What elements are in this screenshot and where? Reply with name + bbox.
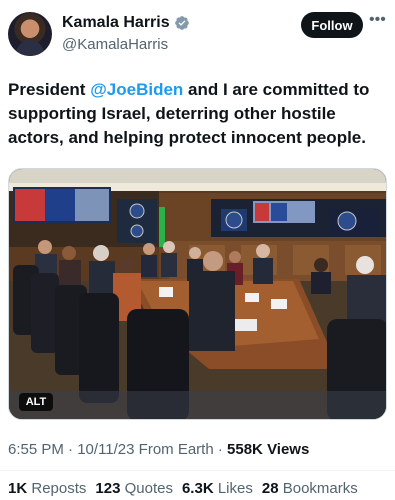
- reposts-stat[interactable]: 1K Reposts: [8, 480, 86, 497]
- tweet-text: President @JoeBiden and I are committed …: [8, 78, 388, 150]
- likes-count: 6.3K: [181, 480, 214, 497]
- author-name-row: Kamala Harris: [62, 14, 190, 32]
- verified-badge-icon: [174, 16, 189, 30]
- mention-link[interactable]: @JoeBiden: [90, 80, 183, 99]
- views-label: Views: [267, 441, 310, 458]
- avatar[interactable]: [8, 12, 52, 56]
- reposts-count: 1K: [8, 480, 28, 497]
- views-count: 558K: [227, 441, 263, 458]
- quotes-label: Quotes: [124, 480, 173, 497]
- meta-separator-2: ·: [217, 441, 228, 458]
- bookmarks-stat[interactable]: 28 Bookmarks: [262, 480, 358, 497]
- tweet-source: From Earth: [138, 441, 214, 458]
- more-horizontal-icon[interactable]: •••: [369, 12, 389, 34]
- alt-text-badge[interactable]: ALT: [19, 393, 53, 411]
- tweet-text-start: President: [8, 80, 91, 99]
- reposts-label: Reposts: [31, 480, 87, 497]
- situation-room-photo: [9, 169, 386, 419]
- bookmarks-count: 28: [261, 480, 279, 497]
- tweet-date[interactable]: 10/11/23: [77, 441, 134, 458]
- bookmarks-label: Bookmarks: [282, 480, 358, 497]
- tweet-header: Kamala Harris @KamalaHarris Follow •••: [0, 0, 395, 68]
- follow-button[interactable]: Follow: [301, 12, 363, 38]
- quotes-count: 123: [95, 480, 121, 497]
- likes-stat[interactable]: 6.3K Likes: [182, 480, 253, 497]
- author-handle[interactable]: @KamalaHarris: [62, 36, 168, 53]
- meta-separator-1: ·: [68, 441, 78, 458]
- tweet-meta: 6:55 PM · 10/11/23 From Earth · 558K Vie…: [8, 441, 309, 458]
- engagement-stats: 1K Reposts 123 Quotes 6.3K Likes 28 Book…: [8, 480, 358, 497]
- tweet-time[interactable]: 6:55 PM: [8, 441, 64, 458]
- quotes-stat[interactable]: 123 Quotes: [95, 480, 173, 497]
- author-display-name[interactable]: Kamala Harris: [62, 14, 170, 32]
- likes-label: Likes: [217, 480, 253, 497]
- tweet-photo[interactable]: ALT: [8, 168, 387, 420]
- divider: [0, 470, 395, 471]
